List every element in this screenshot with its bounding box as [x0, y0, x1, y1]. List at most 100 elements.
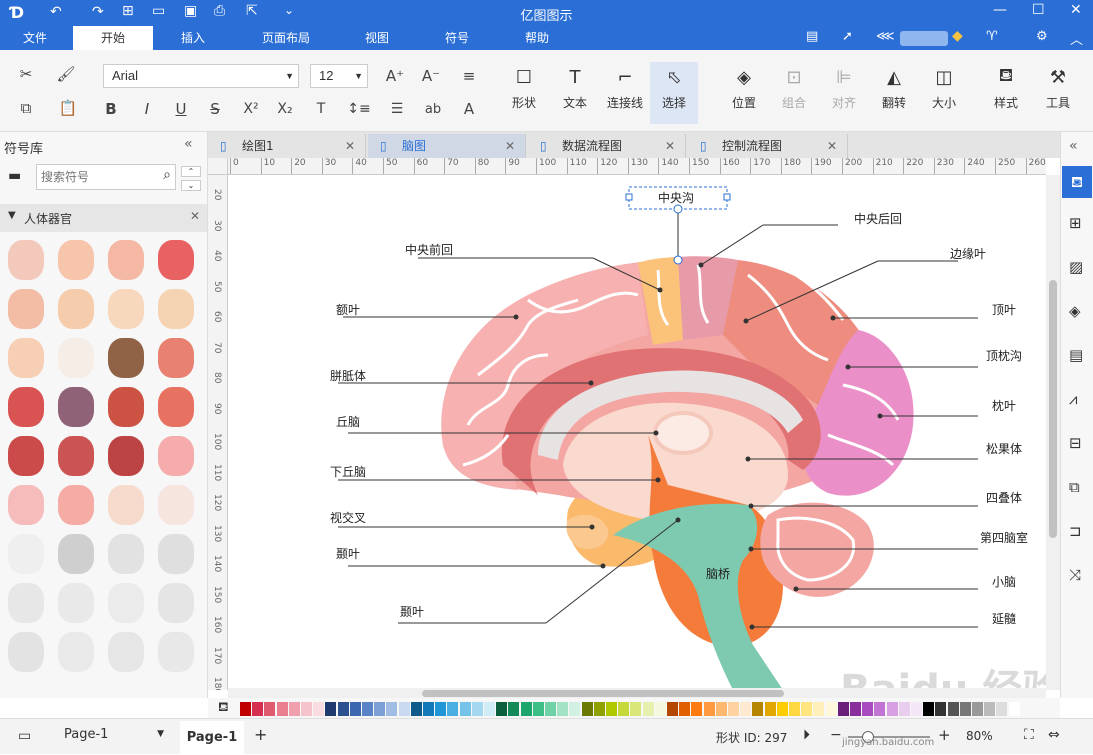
color-swatch[interactable]: [496, 702, 508, 716]
close-icon[interactable]: ✕: [1070, 2, 1082, 18]
color-swatch[interactable]: [313, 702, 325, 716]
fill-panel-icon[interactable]: ⛾: [1062, 166, 1092, 198]
color-swatch[interactable]: [898, 702, 910, 716]
color-swatch[interactable]: [520, 702, 532, 716]
symbol-item[interactable]: [8, 338, 44, 378]
image-panel-icon[interactable]: ▨: [1069, 258, 1083, 276]
color-swatch[interactable]: [276, 702, 288, 716]
color-swatch[interactable]: [825, 702, 837, 716]
symbol-item[interactable]: [108, 240, 144, 280]
symbol-item[interactable]: [8, 583, 44, 623]
color-swatch[interactable]: [813, 702, 825, 716]
line-spacing-icon[interactable]: ↕≡: [344, 98, 374, 120]
color-swatch[interactable]: [764, 702, 776, 716]
color-swatch[interactable]: [1008, 702, 1020, 716]
color-swatch[interactable]: [557, 702, 569, 716]
tab-brain[interactable]: ▯ 脑图 ✕: [368, 134, 526, 158]
label-quadrigeminal-body[interactable]: 四叠体: [986, 489, 1022, 506]
symbol-item[interactable]: [58, 387, 94, 427]
color-swatch[interactable]: [789, 702, 800, 716]
color-swatch[interactable]: [752, 702, 764, 716]
color-swatch[interactable]: [569, 702, 581, 716]
tools-button[interactable]: ⚒ 工具: [1038, 66, 1078, 111]
tab-dataflow[interactable]: ▯ 数据流程图 ✕: [528, 134, 686, 158]
color-swatch[interactable]: [679, 702, 691, 716]
symbol-item[interactable]: [158, 632, 194, 672]
color-swatch[interactable]: [459, 702, 471, 716]
color-swatch[interactable]: [984, 702, 996, 716]
label-temporal-lobe-2[interactable]: 颞叶: [400, 603, 424, 620]
label-temporal-lobe-1[interactable]: 颞叶: [336, 545, 360, 562]
color-swatch[interactable]: [484, 702, 495, 716]
increase-font-icon[interactable]: A⁺: [384, 65, 406, 87]
color-swatch[interactable]: [398, 702, 410, 716]
bold-icon[interactable]: B: [100, 98, 122, 120]
color-swatch[interactable]: [593, 702, 605, 716]
add-page-icon[interactable]: +: [254, 725, 267, 744]
color-swatch[interactable]: [850, 702, 861, 716]
symbol-item[interactable]: [108, 583, 144, 623]
format-painter-icon[interactable]: 🖌: [56, 64, 76, 84]
color-swatch[interactable]: [410, 702, 422, 716]
tab-drawing1[interactable]: ▯ 绘图1 ✕: [208, 134, 366, 158]
color-swatch[interactable]: [532, 702, 544, 716]
color-swatch[interactable]: [923, 702, 935, 716]
collapse-ribbon-icon[interactable]: ︿: [1070, 29, 1083, 48]
color-swatch[interactable]: [288, 702, 300, 716]
menu-view[interactable]: 视图: [352, 26, 402, 50]
text-button[interactable]: T 文本: [555, 66, 595, 111]
close-category-icon[interactable]: ✕: [190, 209, 200, 223]
label-parieto-occipital-sulcus[interactable]: 顶枕沟: [986, 347, 1022, 364]
font-size-select[interactable]: 12 ▼: [310, 64, 368, 88]
superscript-icon[interactable]: X²: [240, 98, 262, 120]
color-swatch[interactable]: [630, 702, 642, 716]
color-swatch[interactable]: [374, 702, 386, 716]
copy-icon[interactable]: ⧉: [16, 98, 36, 118]
symbol-item[interactable]: [158, 240, 194, 280]
send-icon[interactable]: ➚: [842, 29, 853, 44]
symbol-item[interactable]: [108, 338, 144, 378]
color-swatch[interactable]: [606, 702, 617, 716]
chat-icon[interactable]: ▤: [806, 29, 818, 44]
align-button[interactable]: ⊫ 对齐: [824, 66, 864, 111]
symbol-item[interactable]: [108, 436, 144, 476]
color-swatch[interactable]: [959, 702, 971, 716]
font-color-icon[interactable]: A: [454, 98, 484, 120]
color-swatch[interactable]: [301, 702, 312, 716]
symbol-item[interactable]: [108, 289, 144, 329]
color-swatch[interactable]: [252, 702, 264, 716]
share-icon[interactable]: ⋘: [876, 29, 895, 44]
symbol-item[interactable]: [58, 485, 94, 525]
color-swatch[interactable]: [349, 702, 361, 716]
symbol-item[interactable]: [158, 289, 194, 329]
color-swatch[interactable]: [362, 702, 373, 716]
symbol-item[interactable]: [8, 436, 44, 476]
scroll-up-icon[interactable]: ⌃: [181, 166, 201, 177]
label-corpus-callosum[interactable]: 胼胝体: [330, 367, 366, 384]
color-swatch[interactable]: [618, 702, 630, 716]
subscript-icon[interactable]: X₂: [274, 98, 296, 120]
theme-shirt-icon[interactable]: ♈: [986, 29, 998, 44]
symbol-item[interactable]: [58, 289, 94, 329]
symbol-item[interactable]: [8, 289, 44, 329]
fill-bucket-icon[interactable]: ⛾: [218, 700, 229, 717]
drawing-canvas[interactable]: 中央沟 中央后回 边缘叶 中央前回 额叶 顶叶 胼胝体 顶枕沟 丘脑 枕叶 下丘…: [228, 175, 1046, 690]
table-panel-icon[interactable]: ⊟: [1069, 434, 1082, 452]
italic-icon[interactable]: I: [136, 98, 158, 120]
shape-button[interactable]: ☐ 形状: [504, 66, 544, 111]
color-swatch[interactable]: [874, 702, 886, 716]
label-pons[interactable]: 脑桥: [706, 565, 730, 582]
category-header[interactable]: ▼ 人体器官 ✕: [0, 204, 207, 232]
fit-width-icon[interactable]: ⇔: [1048, 727, 1060, 743]
minimize-icon[interactable]: —: [993, 2, 1007, 18]
zoom-out-icon[interactable]: −: [830, 727, 842, 743]
color-swatch[interactable]: [508, 702, 520, 716]
symbol-item[interactable]: [58, 534, 94, 574]
tab-controlflow[interactable]: ▯ 控制流程图 ✕: [688, 134, 848, 158]
close-tab-icon[interactable]: ✕: [827, 134, 837, 158]
symbol-item[interactable]: [108, 632, 144, 672]
collapse-panel-icon[interactable]: «: [184, 136, 193, 152]
connector-button[interactable]: ⌐ 连接线: [602, 66, 648, 111]
color-swatch[interactable]: [862, 702, 874, 716]
scroll-down-icon[interactable]: ⌄: [181, 180, 201, 191]
